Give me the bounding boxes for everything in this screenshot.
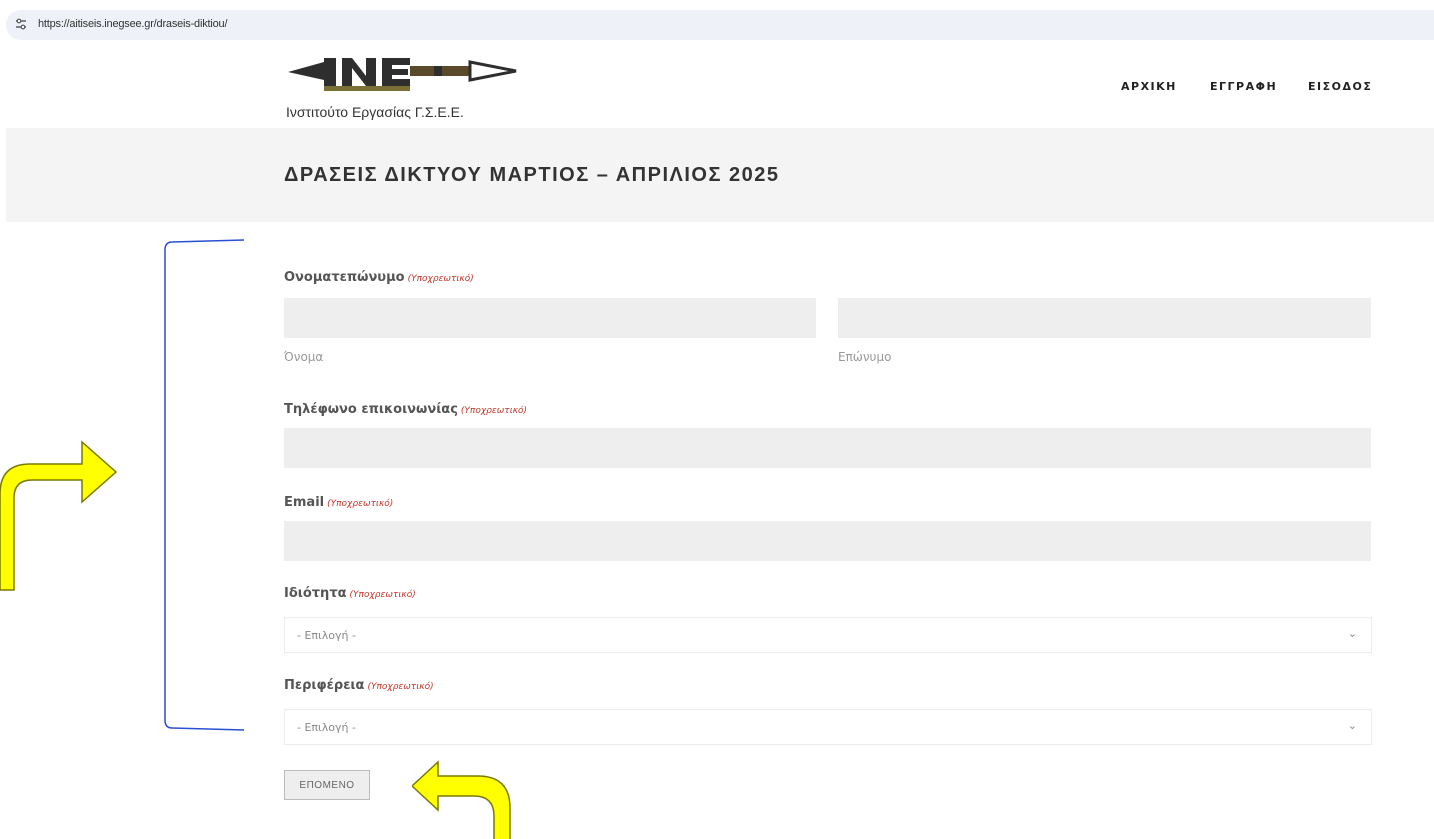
email-label: Email (Υποχρεωτικό) xyxy=(284,495,393,510)
url-text[interactable]: https://aitiseis.inegsee.gr/draseis-dikt… xyxy=(38,18,227,30)
email-label-text: Email xyxy=(284,495,325,510)
region-select-value: - Επιλογή - xyxy=(297,721,356,734)
capacity-select[interactable]: - Επιλογή - ⌄ xyxy=(284,617,1372,653)
required-tag: (Υποχρεωτικό) xyxy=(407,274,474,284)
required-tag: (Υποχρεωτικό) xyxy=(327,499,394,509)
first-name-input[interactable] xyxy=(284,298,816,338)
page-title: ΔΡΑΣΕΙΣ ΔΙΚΤΥΟΥ ΜΑΡΤΙΟΣ – ΑΠΡΙΛΙΟΣ 2025 xyxy=(284,164,780,186)
email-input[interactable] xyxy=(284,521,1371,561)
next-button[interactable]: ΕΠΟΜΕΝΟ xyxy=(284,770,370,800)
region-select[interactable]: - Επιλογή - ⌄ xyxy=(284,709,1372,745)
fullname-label: Ονοματεπώνυμο (Υποχρεωτικό) xyxy=(284,270,474,285)
first-name-sublabel: Όνομα xyxy=(284,350,324,364)
browser-address-bar: https://aitiseis.inegsee.gr/draseis-dikt… xyxy=(0,0,1434,46)
nav-register[interactable]: ΕΓΓΡΑΦΗ xyxy=(1210,80,1277,93)
phone-input[interactable] xyxy=(284,428,1371,468)
required-tag: (Υποχρεωτικό) xyxy=(367,682,434,692)
last-name-sublabel: Επώνυμο xyxy=(838,350,892,364)
capacity-select-value: - Επιλογή - xyxy=(297,629,356,642)
chevron-down-icon: ⌄ xyxy=(1347,627,1357,640)
nav-home[interactable]: ΑΡΧΙΚΗ xyxy=(1121,80,1177,93)
required-tag: (Υποχρεωτικό) xyxy=(460,406,528,416)
annotation-bracket xyxy=(164,239,245,731)
required-tag: (Υποχρεωτικό) xyxy=(349,590,416,600)
capacity-label-text: Ιδιότητα xyxy=(284,586,347,601)
annotation-arrow-icon xyxy=(0,440,118,591)
nav-login[interactable]: ΕΙΣΟΔΟΣ xyxy=(1308,80,1372,93)
fullname-label-text: Ονοματεπώνυμο xyxy=(284,270,405,285)
site-settings-icon[interactable] xyxy=(14,17,28,31)
chevron-down-icon: ⌄ xyxy=(1347,719,1357,732)
last-name-input[interactable] xyxy=(838,298,1371,338)
logo-text: Ινστιτούτο Εργασίας Γ.Σ.Ε.Ε. xyxy=(286,104,464,120)
annotation-arrow-icon xyxy=(412,760,511,839)
capacity-label: Ιδιότητα (Υποχρεωτικό) xyxy=(284,586,416,601)
region-label-text: Περιφέρεια xyxy=(284,678,365,693)
region-label: Περιφέρεια (Υποχρεωτικό) xyxy=(284,678,434,693)
phone-label: Τηλέφωνο επικοινωνίας (Υποχρεωτικό) xyxy=(284,402,527,417)
phone-label-text: Τηλέφωνο επικοινωνίας xyxy=(284,402,458,417)
